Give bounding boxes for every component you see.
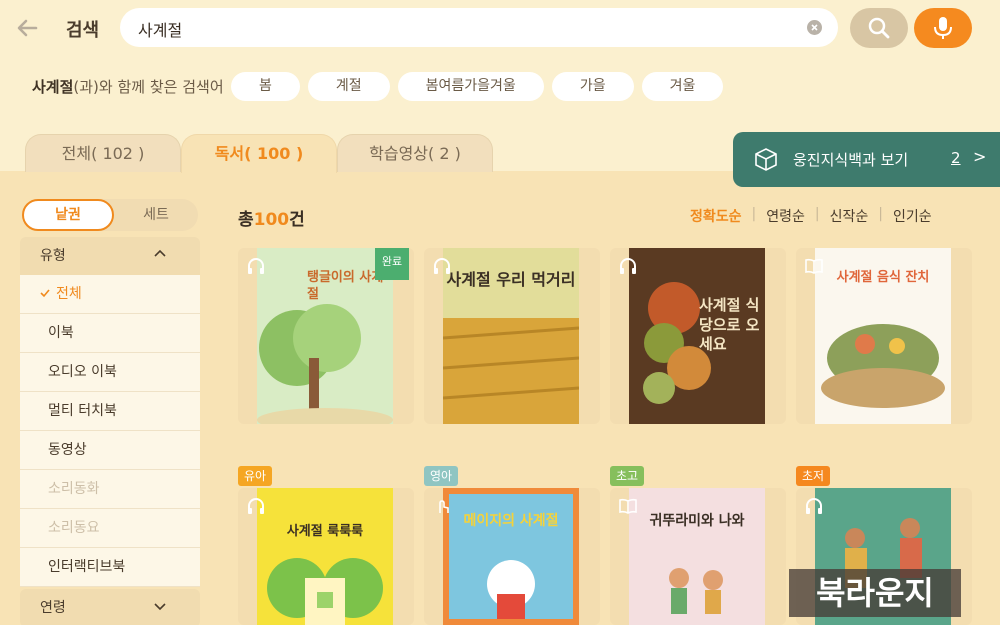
result-prefix: 총 — [238, 210, 254, 230]
book-card[interactable]: 귀뚜라미와 나와 — [610, 488, 786, 625]
level-badge: 영아 — [424, 466, 459, 486]
related-keyword: 사계절 — [32, 78, 74, 96]
book-icon — [805, 258, 823, 274]
filter-item-multi-touch[interactable]: 멀티 터치북 — [20, 392, 200, 431]
microphone-icon — [934, 17, 952, 39]
related-keywords-label: 사계절(과)와 함께 찾은 검색어 — [32, 76, 224, 97]
search-icon — [868, 17, 890, 39]
encyclopedia-button[interactable]: 웅진지식백과 보기 2 > — [733, 132, 1000, 187]
related-keyword-list: 봄 계절 봄여름가을겨울 가을 겨울 — [231, 72, 724, 101]
search-button[interactable] — [850, 8, 908, 48]
book-card[interactable]: 메이지의 사계절 — [424, 488, 600, 625]
filter-age-label: 연령 — [40, 600, 66, 616]
headphones-icon — [620, 258, 636, 274]
filter-type-label: 유형 — [40, 248, 66, 264]
box-book-icon — [755, 148, 777, 171]
book-cover: 귀뚜라미와 나와 — [629, 488, 765, 625]
book-card[interactable]: 사계절 식당으로 오세요 — [610, 248, 786, 424]
book-cover: 메이지의 사계절 — [443, 488, 579, 625]
close-icon — [811, 24, 818, 31]
headphones-icon — [434, 258, 450, 274]
encyclopedia-count: 2 — [951, 149, 961, 167]
touch-icon — [439, 500, 449, 513]
page-title: 검색 — [66, 20, 100, 41]
filter-item-ebook[interactable]: 이북 — [20, 314, 200, 353]
sort-popular[interactable]: 인기순 — [893, 206, 932, 226]
search-query-text: 사계절 — [138, 21, 183, 40]
result-total: 총100건 — [238, 205, 305, 230]
tab-all[interactable]: 전체( 102 ) — [25, 134, 181, 172]
book-title: 사계절 룩룩룩 — [286, 524, 364, 539]
search-input[interactable]: 사계절 — [120, 8, 838, 47]
children-illustration — [669, 568, 723, 614]
filter-type-header[interactable]: 유형 — [20, 237, 200, 275]
level-badge: 초저 — [796, 466, 831, 486]
tab-reading[interactable]: 독서( 100 ) — [181, 134, 337, 173]
house-illustration — [267, 558, 383, 625]
filter-item-audio-ebook[interactable]: 오디오 이북 — [20, 353, 200, 392]
book-title: 사계절 음식 잔치 — [836, 270, 930, 285]
result-suffix: 건 — [289, 210, 305, 230]
level-badge: 초고 — [610, 466, 645, 486]
toggle-set[interactable]: 세트 — [114, 199, 198, 231]
chevron-right-icon: > — [973, 147, 987, 166]
book-title: 메이지의 사계절 — [463, 513, 559, 529]
sort-age[interactable]: 연령순 — [766, 206, 805, 226]
book-cover: 사계절 우리 먹거리 — [442, 248, 580, 424]
filter-item-video[interactable]: 동영상 — [20, 431, 200, 470]
filter-item-sound-story: 소리동화 — [20, 470, 200, 509]
headphones-icon — [248, 498, 264, 514]
level-badge: 유아 — [238, 466, 273, 486]
sort-accuracy[interactable]: 정확도순 — [690, 206, 742, 226]
filter-age-header[interactable]: 연령 — [20, 589, 200, 625]
related-chip[interactable]: 봄 — [231, 72, 300, 101]
book-cover: 사계절 음식 잔치 — [815, 248, 951, 424]
tab-learning-video[interactable]: 학습영상( 2 ) — [337, 134, 493, 172]
book-title: 사계절 식당으로 오세요 — [699, 296, 760, 353]
book-cover: 사계절 식당으로 오세요 — [629, 248, 765, 424]
book-card[interactable]: 사계절 룩룩룩 — [238, 488, 414, 625]
related-chip[interactable]: 봄여름가을겨울 — [397, 72, 544, 101]
back-arrow-icon[interactable] — [14, 14, 42, 42]
filter-item-all[interactable]: 전체 — [20, 275, 200, 314]
related-chip[interactable]: 계절 — [307, 72, 390, 101]
book-cover: 탱글이의 사계절 — [257, 248, 393, 432]
result-count: 100 — [253, 210, 290, 230]
book-card[interactable]: 사계절 우리 먹거리 — [424, 248, 600, 424]
chevron-up-icon — [154, 237, 166, 275]
book-title: 사계절 우리 먹거리 — [446, 270, 576, 289]
toggle-single-volume[interactable]: 낱권 — [22, 199, 114, 231]
book-title: 귀뚜라미와 나와 — [649, 513, 745, 529]
filter-item-sound-song: 소리동요 — [20, 509, 200, 548]
book-card[interactable]: 사계절 음식 잔치 — [796, 248, 972, 424]
related-suffix: (과)와 함께 찾은 검색어 — [73, 78, 224, 96]
book-icon — [619, 498, 637, 514]
completed-badge: 완료 — [375, 248, 409, 280]
sort-newest[interactable]: 신작순 — [830, 206, 869, 226]
filter-item-interactive[interactable]: 인터랙티브북 — [20, 548, 200, 587]
volume-set-toggle: 낱권 세트 — [22, 199, 198, 231]
filter-item-label: 전체 — [56, 286, 82, 302]
voice-search-button[interactable] — [914, 8, 972, 48]
book-cover: 사계절 룩룩룩 — [257, 488, 393, 625]
book-card[interactable]: 탱글이의 사계절 완료 — [238, 248, 414, 432]
chevron-down-icon — [154, 589, 166, 625]
filter-panel: 유형 전체 이북 오디오 이북 멀티 터치북 동영상 소리동화 소리동요 인터랙… — [20, 237, 200, 625]
headphones-icon — [248, 258, 264, 274]
encyclopedia-label: 웅진지식백과 보기 — [793, 151, 909, 169]
related-chip[interactable]: 가을 — [551, 72, 634, 101]
sort-options: 정확도순 | 연령순 | 신작순 | 인기순 — [690, 206, 932, 226]
watermark-logo: 북라운지 — [789, 569, 961, 617]
headphones-icon — [806, 498, 822, 514]
check-icon — [40, 289, 50, 298]
clear-search-button[interactable] — [807, 20, 822, 35]
related-chip[interactable]: 겨울 — [641, 72, 724, 101]
